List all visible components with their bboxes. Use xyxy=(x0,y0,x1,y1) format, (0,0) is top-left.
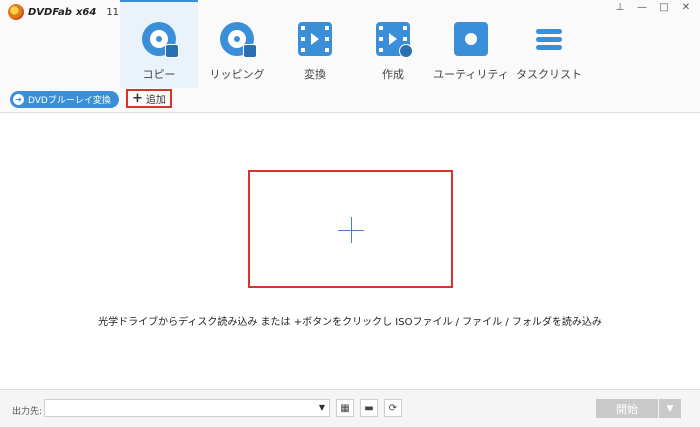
tab-create[interactable]: 作成 xyxy=(354,0,432,88)
disc-copy-icon xyxy=(142,22,179,58)
disc-rip-icon xyxy=(220,22,257,58)
logo-text: DVDFab xyxy=(28,6,72,18)
close-icon[interactable]: ✕ xyxy=(680,2,692,13)
film-create-icon xyxy=(376,22,413,58)
minimize-icon[interactable]: — xyxy=(636,2,648,13)
iso-drive-button[interactable]: ▦ xyxy=(336,399,354,417)
maximize-icon[interactable]: □ xyxy=(658,2,670,13)
add-source-plus-icon-vertical xyxy=(351,217,352,243)
tab-tasklist-label: タスクリスト xyxy=(516,68,582,81)
add-button-label: 追加 xyxy=(145,95,166,106)
load-hint-text: 光学ドライブからディスク読み込み または +ボタンをクリックし ISOファイル … xyxy=(98,317,602,328)
bottom-bar: 出力先: ▼ ▦ ▬ ⟳ 開始 ▼ xyxy=(0,389,700,427)
module-tabs: コピー リッピング 変換 作成 ユーティリティ タスクリスト xyxy=(120,0,588,88)
start-button[interactable]: 開始 xyxy=(596,399,658,418)
tab-copy-label: コピー xyxy=(142,68,176,81)
main-area: 光学ドライブからディスク読み込み または +ボタンをクリックし ISOファイル … xyxy=(0,113,700,389)
browse-folder-button[interactable]: ▬ xyxy=(360,399,378,417)
refresh-button[interactable]: ⟳ xyxy=(384,399,402,417)
tab-utility[interactable]: ユーティリティ xyxy=(432,0,510,88)
chevron-down-icon: ▼ xyxy=(666,403,674,414)
arrow-right-icon: ➜ xyxy=(13,94,24,105)
pin-icon[interactable]: ⊥ xyxy=(614,2,626,13)
film-convert-icon xyxy=(298,22,332,56)
start-options-button[interactable]: ▼ xyxy=(659,399,681,418)
iso-drive-icon: ▦ xyxy=(340,402,350,414)
tab-convert[interactable]: 変換 xyxy=(276,0,354,88)
output-label: 出力先: xyxy=(12,407,43,417)
list-tasks-icon xyxy=(536,22,562,56)
tab-utility-label: ユーティリティ xyxy=(433,68,509,81)
top-bar: DVDFab x64 11.0.6.4 ⊥ — □ ✕ コピー リッピング 変換 xyxy=(0,0,700,113)
folder-icon: ▬ xyxy=(364,402,374,414)
arch-label: x64 xyxy=(75,6,97,18)
plus-icon: + xyxy=(132,91,143,106)
dvd-bluray-convert-button[interactable]: ➜ DVDブルーレイ変換 xyxy=(10,91,119,108)
window-controls: ⊥ — □ ✕ xyxy=(614,2,692,13)
add-button[interactable]: + 追加 xyxy=(126,89,172,108)
convert-button-label: DVDブルーレイ変換 xyxy=(28,96,111,106)
refresh-icon: ⟳ xyxy=(388,402,398,414)
tab-tasklist[interactable]: タスクリスト xyxy=(510,0,588,88)
tab-convert-label: 変換 xyxy=(304,68,326,81)
tab-ripper-label: リッピング xyxy=(209,68,265,81)
tab-ripper[interactable]: リッピング xyxy=(198,0,276,88)
puzzle-utility-icon xyxy=(454,22,488,56)
dropdown-caret-icon: ▼ xyxy=(318,403,325,412)
tab-copy[interactable]: コピー xyxy=(120,0,198,88)
dvdfab-logo-icon xyxy=(8,4,24,20)
output-path-select[interactable]: ▼ xyxy=(44,399,330,417)
tab-create-label: 作成 xyxy=(382,68,404,81)
